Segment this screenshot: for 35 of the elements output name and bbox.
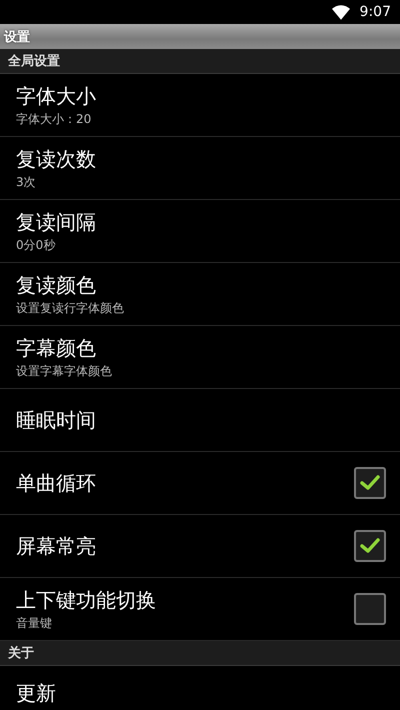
item-title: 上下键功能切换 xyxy=(16,586,157,612)
settings-item[interactable]: 更新 xyxy=(0,666,400,710)
settings-item[interactable]: 复读颜色 设置复读行字体颜色 xyxy=(0,263,400,326)
settings-item[interactable]: 字体大小 字体大小：20 xyxy=(0,74,400,137)
checkbox[interactable] xyxy=(354,530,386,562)
item-title: 字幕颜色 xyxy=(16,334,97,360)
wifi-icon xyxy=(332,4,350,20)
check-icon xyxy=(360,538,380,554)
item-title: 更新 xyxy=(16,680,57,706)
item-summary: 音量键 xyxy=(16,614,53,632)
item-title: 复读间隔 xyxy=(16,208,97,234)
item-summary: 0分0秒 xyxy=(16,236,56,254)
section-title: 关于 xyxy=(8,644,34,662)
item-summary: 设置字幕字体颜色 xyxy=(16,362,113,380)
item-title: 单曲循环 xyxy=(16,470,97,496)
checkbox[interactable] xyxy=(354,467,386,499)
section-title: 全局设置 xyxy=(8,53,60,70)
settings-item[interactable]: 复读间隔 0分0秒 xyxy=(0,200,400,263)
item-title: 屏幕常亮 xyxy=(16,533,97,559)
item-title: 复读次数 xyxy=(16,146,97,172)
item-title: 睡眠时间 xyxy=(16,407,97,433)
item-summary: 3次 xyxy=(16,174,37,190)
checkbox[interactable] xyxy=(354,593,386,625)
item-summary: 字体大小：20 xyxy=(16,110,92,128)
settings-item[interactable]: 复读次数 3次 xyxy=(0,137,400,200)
item-title: 复读颜色 xyxy=(16,272,97,298)
clock: 9:07 xyxy=(360,4,391,20)
settings-item[interactable]: 单曲循环 xyxy=(0,452,400,515)
item-summary: 设置复读行字体颜色 xyxy=(16,300,125,316)
screen-title: 设置 xyxy=(4,28,30,46)
settings-item[interactable]: 睡眠时间 xyxy=(0,389,400,452)
settings-item[interactable]: 屏幕常亮 xyxy=(0,515,400,578)
item-title: 字体大小 xyxy=(16,82,97,108)
check-icon xyxy=(360,475,380,491)
settings-item[interactable]: 字幕颜色 设置字幕字体颜色 xyxy=(0,326,400,389)
